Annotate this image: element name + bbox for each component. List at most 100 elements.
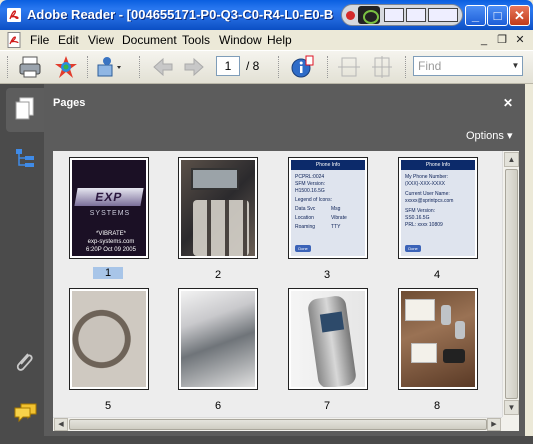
record-indicator-icon (346, 11, 355, 20)
find-dropdown-chevron-icon[interactable]: ▼ (509, 57, 522, 75)
minimize-button[interactable]: _ (465, 5, 486, 26)
menu-file[interactable]: File (30, 33, 49, 47)
doc-restore-button[interactable]: ❐ (494, 33, 510, 47)
maximize-button[interactable]: □ (487, 5, 508, 26)
thumbnail-text: Legend of Icons: (295, 197, 332, 203)
page-number-input[interactable]: 1 (216, 56, 240, 76)
thumbnail-card (405, 299, 435, 321)
page-label-8[interactable]: 8 (422, 400, 452, 412)
thumbnail-text: Done (405, 245, 421, 252)
toolbar-grip[interactable] (139, 56, 141, 78)
menu-document[interactable]: Document (122, 33, 177, 47)
toolbar-grip[interactable] (278, 56, 280, 78)
toolbar-grip[interactable] (405, 56, 407, 78)
pages-icon[interactable] (14, 97, 36, 121)
thumbnail-text: Roaming (295, 224, 316, 230)
thumbnail-image: Phone Info My Phone Number: (XXX)-XXX-XX… (401, 160, 475, 256)
page-label-4[interactable]: 4 (422, 269, 452, 281)
print-icon[interactable] (17, 54, 43, 80)
thumbnail-image: Phone Info PCPRL:0024 SFM Version: H1500… (291, 160, 365, 256)
thumbnail-phone-screen (191, 168, 239, 190)
thumbnail-text: Msg (331, 206, 341, 212)
thumbnail-text: Current User Name: (405, 191, 450, 197)
page-thumbnail-8[interactable] (398, 288, 478, 390)
thumbnail-image (181, 160, 255, 256)
page-thumbnail-3[interactable]: Phone Info PCPRL:0024 SFM Version: H1500… (288, 157, 368, 259)
thumbnail-text: Phone Info (291, 160, 365, 170)
page-thumbnail-6[interactable] (178, 288, 258, 390)
organizer-icon[interactable] (53, 54, 79, 80)
thumbnail-text: PRL: xxxx 10809 (405, 222, 443, 228)
scroll-left-icon[interactable]: ◀ (54, 418, 68, 431)
close-button[interactable]: ✕ (509, 5, 530, 26)
thumbnail-text: TTY (331, 224, 341, 230)
thumbnail-text: My Phone Number: (405, 174, 449, 180)
back-arrow-icon[interactable] (150, 54, 176, 80)
document-icon[interactable] (7, 32, 22, 48)
page-label-3[interactable]: 3 (312, 269, 342, 281)
page-label-5[interactable]: 5 (93, 400, 123, 412)
vertical-scroll-thumb[interactable] (505, 169, 518, 399)
window-tile-icon[interactable] (384, 8, 404, 22)
info-icon[interactable] (289, 54, 315, 80)
bookmarks-icon[interactable] (14, 147, 38, 171)
thumbnail-text: Phone Info (401, 160, 475, 170)
page-label-6[interactable]: 6 (203, 400, 233, 412)
menu-help[interactable]: Help (267, 33, 292, 47)
forward-arrow-icon[interactable] (181, 54, 207, 80)
navigation-rail (0, 84, 44, 444)
thumbnail-device (455, 321, 465, 339)
thumbnail-text: Done (295, 245, 311, 252)
doc-close-button[interactable]: ✕ (512, 33, 528, 47)
menu-window[interactable]: Window (219, 33, 262, 47)
thumbnail-text: Vibrate (331, 215, 347, 221)
thumbnail-image (401, 291, 475, 387)
panel-close-icon[interactable]: ✕ (503, 96, 513, 110)
pages-panel-title: Pages (53, 97, 86, 109)
menu-edit[interactable]: Edit (58, 33, 79, 47)
attachments-icon[interactable] (14, 350, 36, 374)
thumbnail-text: Location (295, 215, 314, 221)
window-send-icon[interactable] (406, 8, 426, 22)
page-thumbnail-2[interactable] (178, 157, 258, 259)
options-menu-button[interactable]: Options ▾ (466, 129, 513, 142)
menu-view[interactable]: View (88, 33, 114, 47)
find-input[interactable]: Find (413, 56, 523, 76)
thumbnail-text: H1500.16.5G (295, 188, 325, 194)
thumbnail-device (443, 349, 465, 363)
menu-tools[interactable]: Tools (182, 33, 210, 47)
page-thumbnail-1[interactable]: EXP SYSTEMS *VIBRATE* exp-systems.com 6:… (69, 157, 149, 259)
page-thumbnail-5[interactable] (69, 288, 149, 390)
collaborate-icon[interactable] (95, 54, 121, 80)
page-label-7[interactable]: 7 (312, 400, 342, 412)
scroll-right-icon[interactable]: ▶ (487, 418, 501, 431)
horizontal-scrollbar[interactable]: ◀ ▶ (53, 417, 502, 431)
fit-page-icon[interactable] (369, 54, 395, 80)
nvidia-icon[interactable] (358, 6, 380, 24)
window-stretch-icon[interactable] (428, 8, 458, 22)
doc-minimize-button[interactable]: _ (476, 33, 492, 47)
fit-width-icon[interactable] (336, 54, 362, 80)
thumbnail-text: SS0.16.5G (405, 215, 430, 221)
thumbnail-text: SYSTEMS (89, 210, 131, 217)
thumbnail-phone-screen (319, 311, 345, 333)
thumbnail-phone-body (306, 294, 358, 387)
comments-icon[interactable] (13, 401, 39, 423)
scroll-up-icon[interactable]: ▲ (504, 152, 519, 167)
adobe-reader-icon (7, 8, 21, 22)
thumbnail-image: EXP SYSTEMS *VIBRATE* exp-systems.com 6:… (72, 160, 146, 256)
toolbar-grip[interactable] (87, 56, 89, 78)
thumbnail-text: xxxxx@sprintpcs.com (405, 198, 454, 204)
toolbar-grip[interactable] (327, 56, 329, 78)
scroll-down-icon[interactable]: ▼ (504, 400, 519, 415)
thumbnail-image (72, 291, 146, 387)
page-thumbnail-4[interactable]: Phone Info My Phone Number: (XXX)-XXX-XX… (398, 157, 478, 259)
page-label-2[interactable]: 2 (203, 269, 233, 281)
toolbar-grip[interactable] (7, 56, 9, 78)
taskbar-tray-widget[interactable] (341, 4, 463, 26)
page-total-label: / 8 (246, 59, 260, 73)
page-label-1[interactable]: 1 (93, 267, 123, 279)
page-thumbnail-7[interactable] (288, 288, 368, 390)
vertical-scrollbar[interactable]: ▲ ▼ (502, 151, 519, 417)
horizontal-scroll-thumb[interactable] (69, 419, 487, 430)
